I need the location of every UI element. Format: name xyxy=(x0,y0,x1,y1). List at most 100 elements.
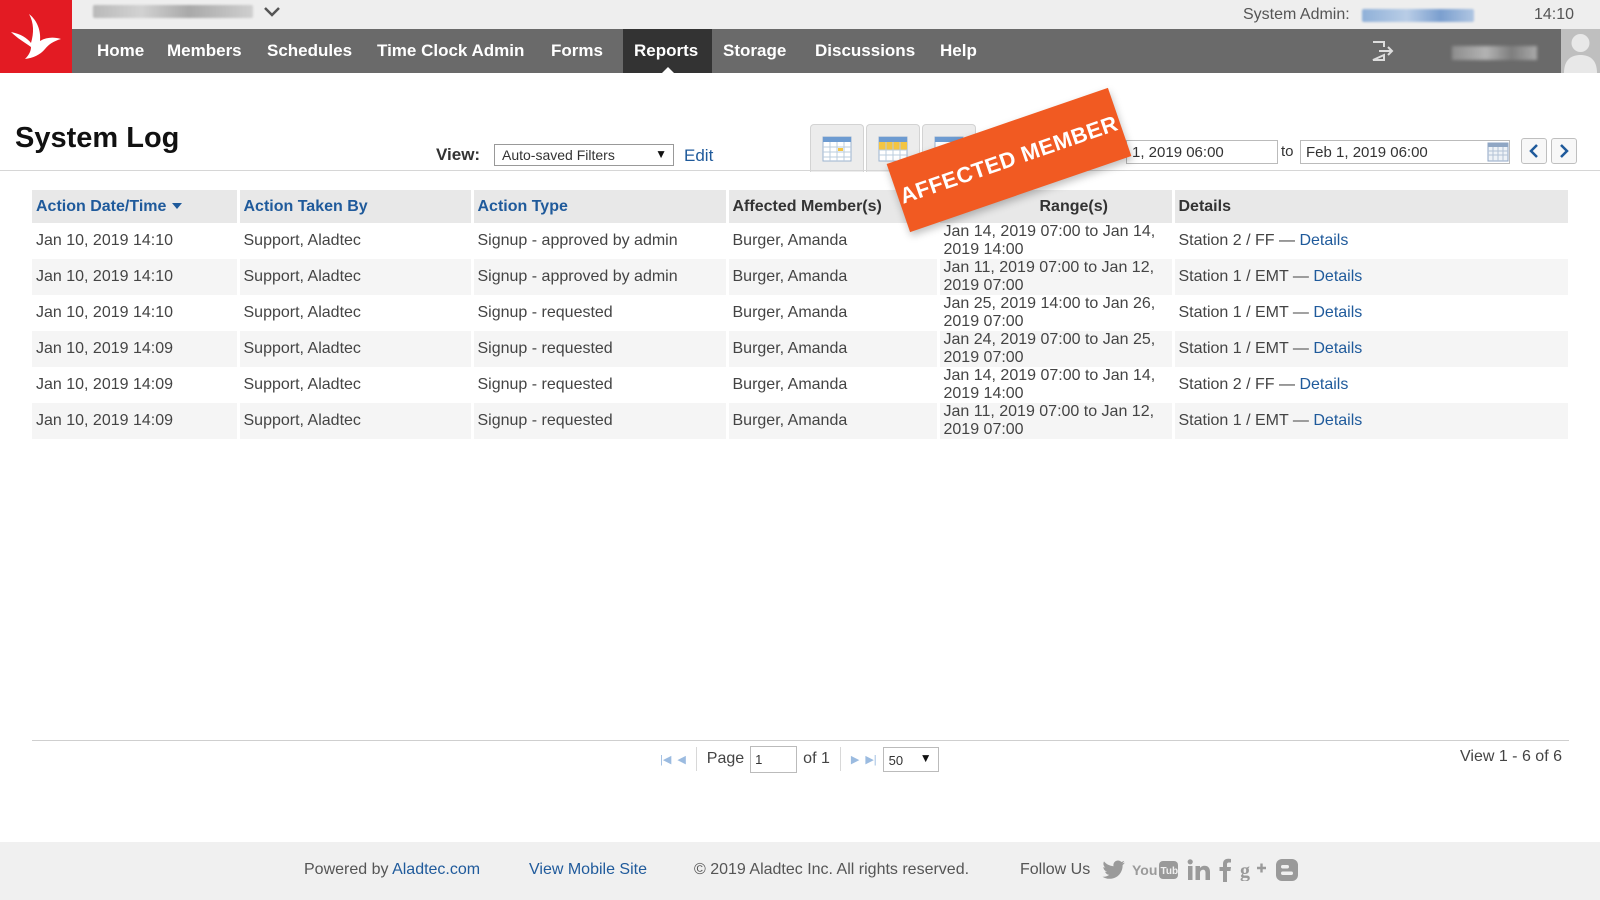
cell-date: Jan 10, 2019 14:09 xyxy=(32,331,240,367)
nav-reports[interactable]: Reports xyxy=(623,29,712,73)
mobile-site-link[interactable]: View Mobile Site xyxy=(529,861,647,879)
nav-help[interactable]: Help xyxy=(929,29,988,73)
details-link[interactable]: Details xyxy=(1313,340,1362,357)
column-header-action-date[interactable]: Action Date/Time xyxy=(32,190,240,223)
nav-time-clock-admin[interactable]: Time Clock Admin xyxy=(366,29,535,73)
date-from-input[interactable]: 1, 2019 06:00 xyxy=(1126,140,1278,164)
clock: 14:10 xyxy=(1534,6,1575,23)
aladtec-logo[interactable] xyxy=(0,0,72,73)
view-label: View: xyxy=(436,145,481,164)
record-count: View 1 - 6 of 6 xyxy=(1460,748,1562,765)
pager-separator xyxy=(695,747,697,771)
follow-us-label: Follow Us xyxy=(1020,861,1091,878)
column-header-action-taken-by[interactable]: Action Taken By xyxy=(238,190,474,223)
main-nav: Home Members Schedules Time Clock Admin … xyxy=(72,29,1600,73)
details-link[interactable]: Details xyxy=(1313,304,1362,321)
facebook-icon[interactable] xyxy=(1216,856,1234,884)
cell-range: Jan 24, 2019 07:00 to Jan 25, 2019 07:00 xyxy=(938,331,1175,367)
blogger-icon[interactable] xyxy=(1275,856,1299,884)
date-to-input[interactable]: Feb 1, 2019 06:00 xyxy=(1300,140,1510,164)
details-link[interactable]: Details xyxy=(1313,412,1362,429)
user-name-redacted[interactable] xyxy=(1452,46,1537,60)
rows-per-page-select[interactable]: 50 ▼ xyxy=(882,746,939,772)
cell-member: Burger, Amanda xyxy=(727,367,940,403)
system-log-table: Action Date/Time Action Taken By Action … xyxy=(32,190,1571,439)
cell-taken-by: Support, Aladtec xyxy=(238,295,474,331)
bird-logo-icon xyxy=(11,13,61,59)
aladtec-link[interactable]: Aladtec.com xyxy=(392,861,480,878)
cell-taken-by: Support, Aladtec xyxy=(238,367,474,403)
cell-date: Jan 10, 2019 14:10 xyxy=(32,223,240,259)
title-divider xyxy=(0,170,1600,171)
svg-text:Tube: Tube xyxy=(1161,866,1179,877)
cell-date: Jan 10, 2019 14:09 xyxy=(32,403,240,439)
footer: Powered by Aladtec.com View Mobile Site … xyxy=(0,842,1600,900)
cell-range: Jan 25, 2019 14:00 to Jan 26, 2019 07:00 xyxy=(938,295,1175,331)
cell-member: Burger, Amanda xyxy=(727,295,940,331)
cell-range: Jan 14, 2019 07:00 to Jan 14, 2019 14:00 xyxy=(938,367,1175,403)
prev-page-icon[interactable]: ◀ xyxy=(677,753,685,766)
pager: |◀ ◀ Page 1 of 1 ▶ ▶| 50 ▼ xyxy=(660,745,939,773)
nav-forms[interactable]: Forms xyxy=(540,29,614,73)
nav-discussions[interactable]: Discussions xyxy=(804,29,926,73)
edit-filters-link[interactable]: Edit xyxy=(684,146,713,166)
cell-details: Station 2 / FF — Details xyxy=(1173,223,1571,259)
logout-icon[interactable] xyxy=(1370,39,1394,63)
nav-schedules[interactable]: Schedules xyxy=(256,29,363,73)
details-link[interactable]: Details xyxy=(1299,376,1348,393)
view-filter-select[interactable]: Auto-saved Filters ▼ xyxy=(494,144,674,166)
date-to-label: to xyxy=(1281,143,1294,160)
account-name-redacted xyxy=(93,5,253,18)
system-admin-info: System Admin: xyxy=(1243,6,1474,24)
table-row: Jan 10, 2019 14:10 Support, Aladtec Sign… xyxy=(32,223,1571,259)
cell-action-type: Signup - requested xyxy=(472,295,729,331)
page-title: System Log xyxy=(15,122,180,154)
next-page-icon[interactable]: ▶ xyxy=(851,753,859,766)
column-header-action-type[interactable]: Action Type xyxy=(472,190,729,223)
table-row: Jan 10, 2019 14:10 Support, Aladtec Sign… xyxy=(32,295,1571,331)
calendar-picker-icon[interactable] xyxy=(1487,142,1509,162)
month-view-tab[interactable] xyxy=(810,124,864,172)
cell-details: Station 1 / EMT — Details xyxy=(1173,331,1571,367)
table-row: Jan 10, 2019 14:09 Support, Aladtec Sign… xyxy=(32,403,1571,439)
user-avatar-icon xyxy=(1564,34,1597,73)
pager-divider xyxy=(32,740,1569,741)
cell-member: Burger, Amanda xyxy=(727,223,940,259)
svg-text:You: You xyxy=(1132,862,1157,878)
table-row: Jan 10, 2019 14:09 Support, Aladtec Sign… xyxy=(32,367,1571,403)
pager-separator xyxy=(839,747,841,771)
details-link[interactable]: Details xyxy=(1299,232,1348,249)
nav-members[interactable]: Members xyxy=(156,29,253,73)
cell-action-type: Signup - approved by admin xyxy=(472,223,729,259)
next-range-button[interactable] xyxy=(1551,138,1577,164)
google-plus-icon[interactable]: g xyxy=(1240,856,1268,884)
powered-by-label: Powered by xyxy=(304,861,389,878)
linkedin-icon[interactable] xyxy=(1186,856,1212,884)
details-link[interactable]: Details xyxy=(1313,268,1362,285)
cell-taken-by: Support, Aladtec xyxy=(238,259,474,295)
dropdown-arrow-icon: ▼ xyxy=(919,750,932,765)
table-row: Jan 10, 2019 14:10 Support, Aladtec Sign… xyxy=(32,259,1571,295)
cell-action-type: Signup - requested xyxy=(472,367,729,403)
youtube-icon[interactable]: You Tube xyxy=(1131,856,1179,884)
admin-name-redacted[interactable] xyxy=(1361,8,1474,22)
cell-range: Jan 11, 2019 07:00 to Jan 12, 2019 07:00 xyxy=(938,259,1175,295)
cell-date: Jan 10, 2019 14:10 xyxy=(32,295,240,331)
first-page-icon[interactable]: |◀ xyxy=(660,753,671,766)
chevron-down-icon xyxy=(264,6,280,17)
page-number-input[interactable]: 1 xyxy=(750,745,798,773)
cell-date: Jan 10, 2019 14:10 xyxy=(32,259,240,295)
account-selector[interactable] xyxy=(93,5,281,18)
last-page-icon[interactable]: ▶| xyxy=(865,753,876,766)
user-avatar[interactable] xyxy=(1561,29,1600,73)
cell-taken-by: Support, Aladtec xyxy=(238,223,474,259)
cell-taken-by: Support, Aladtec xyxy=(238,331,474,367)
nav-storage[interactable]: Storage xyxy=(712,29,797,73)
calendar-month-icon xyxy=(822,136,852,161)
column-header-details: Details xyxy=(1173,190,1571,223)
copyright: © 2019 Aladtec Inc. All rights reserved. xyxy=(694,861,970,878)
cell-action-type: Signup - requested xyxy=(472,331,729,367)
nav-home[interactable]: Home xyxy=(86,29,155,73)
twitter-icon[interactable] xyxy=(1101,856,1127,884)
prev-range-button[interactable] xyxy=(1521,138,1547,164)
